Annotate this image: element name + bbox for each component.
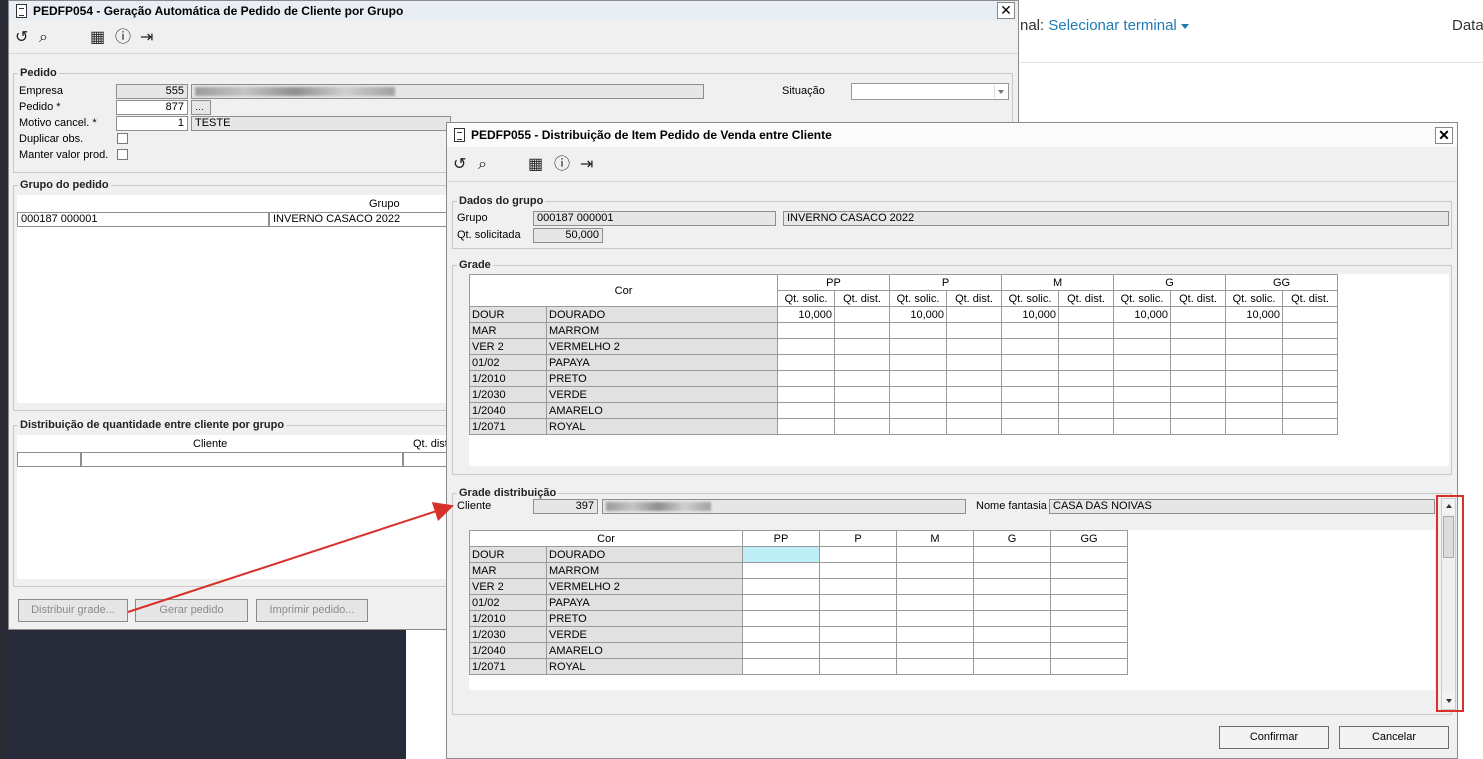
annotation-overlay xyxy=(127,502,454,613)
annotation-highlight-box xyxy=(1436,495,1464,712)
annotation-arrow xyxy=(127,502,454,613)
